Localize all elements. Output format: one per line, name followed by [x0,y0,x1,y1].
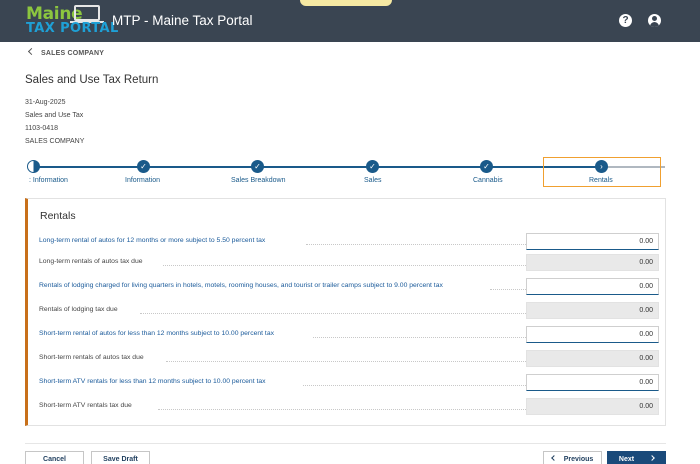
user-icon[interactable] [648,14,661,27]
step-3-check-icon[interactable]: ✓ [251,160,264,173]
form-row: Short-term ATV rentals for less than 12 … [28,371,666,395]
bottom-divider [25,443,666,444]
form-row: Short-term rental of autos for less than… [28,323,666,347]
row-leader [306,244,536,245]
chevron-left-icon [27,47,36,56]
account-id: 1103-0418 [25,125,58,132]
step-6-label[interactable]: Rentals [589,177,613,184]
laptop-icon [74,5,100,21]
form-row: Rentals of lodging charged for living qu… [28,275,666,299]
chevron-left-icon [550,455,557,461]
previous-button-label: Previous [563,456,594,463]
step-6-current-icon[interactable]: › [595,160,608,173]
top-bar: Maine TAX PORTAL MTP - Maine Tax Portal … [0,0,700,42]
company-name: SALES COMPANY [25,138,85,145]
filing-period: 31-Aug-2025 [25,99,66,106]
form-row: Short-term rentals of autos tax due 0.00 [28,347,666,371]
save-draft-button[interactable]: Save Draft [91,451,150,464]
lodging-input[interactable]: 0.00 [526,278,659,295]
row-label: Short-term rentals of autos tax due [39,354,144,361]
row-leader [313,337,536,338]
form-row: Rentals of lodging tax due 0.00 [28,299,666,323]
stepper-line [33,166,607,168]
step-1-partial-icon[interactable] [27,160,40,173]
cancel-button[interactable]: Cancel [25,451,84,464]
row-label[interactable]: Short-term rental of autos for less than… [39,330,274,337]
row-label[interactable]: Long-term rental of autos for 12 months … [39,237,265,244]
next-button[interactable]: Next [607,451,666,464]
user-icon-body [650,22,659,27]
back-link[interactable]: SALES COMPANY [27,47,105,57]
row-leader [166,361,536,362]
maine-tax-portal-logo[interactable]: Maine TAX PORTAL [26,4,118,38]
user-icon-head [652,16,657,21]
short-term-autos-input[interactable]: 0.00 [526,326,659,343]
chevron-right-icon [649,455,655,461]
row-label: Short-term ATV rentals tax due [39,402,132,409]
short-term-atv-input[interactable]: 0.00 [526,374,659,391]
previous-button[interactable]: Previous [543,451,602,464]
row-leader [140,313,536,314]
form-row: Long-term rentals of autos tax due 0.00 [28,251,666,275]
notification-toast [300,0,392,6]
step-4-check-icon[interactable]: ✓ [366,160,379,173]
row-leader [303,385,536,386]
rentals-section: Rentals Long-term rental of autos for 12… [25,198,666,426]
step-5-label[interactable]: Cannabis [473,177,503,184]
step-3-label[interactable]: Sales Breakdown [231,177,285,184]
short-term-atv-tax-due: 0.00 [526,398,659,415]
section-title: Rentals [40,210,76,222]
row-label: Long-term rentals of autos tax due [39,258,143,265]
step-5-check-icon[interactable]: ✓ [480,160,493,173]
long-term-autos-tax-due: 0.00 [526,254,659,271]
back-link-label: SALES COMPANY [41,50,105,57]
app-title: MTP - Maine Tax Portal [112,13,253,28]
row-label: Rentals of lodging tax due [39,306,118,313]
next-button-label: Next [618,456,635,463]
lodging-tax-due: 0.00 [526,302,659,319]
step-1-label[interactable]: : Information [29,177,68,184]
short-term-autos-tax-due: 0.00 [526,350,659,367]
row-leader [163,265,536,266]
form-row: Short-term ATV rentals tax due 0.00 [28,395,666,419]
tax-type: Sales and Use Tax [25,112,84,119]
row-leader [158,409,536,410]
row-label[interactable]: Rentals of lodging charged for living qu… [39,282,443,289]
help-icon[interactable]: ? [619,14,632,27]
step-2-check-icon[interactable]: ✓ [137,160,150,173]
step-4-label[interactable]: Sales [364,177,382,184]
page-title: Sales and Use Tax Return [25,74,159,86]
row-label[interactable]: Short-term ATV rentals for less than 12 … [39,378,266,385]
long-term-autos-input[interactable]: 0.00 [526,233,659,250]
step-2-label[interactable]: Information [125,177,160,184]
logo-tax-portal-text: TAX PORTAL [26,21,119,36]
